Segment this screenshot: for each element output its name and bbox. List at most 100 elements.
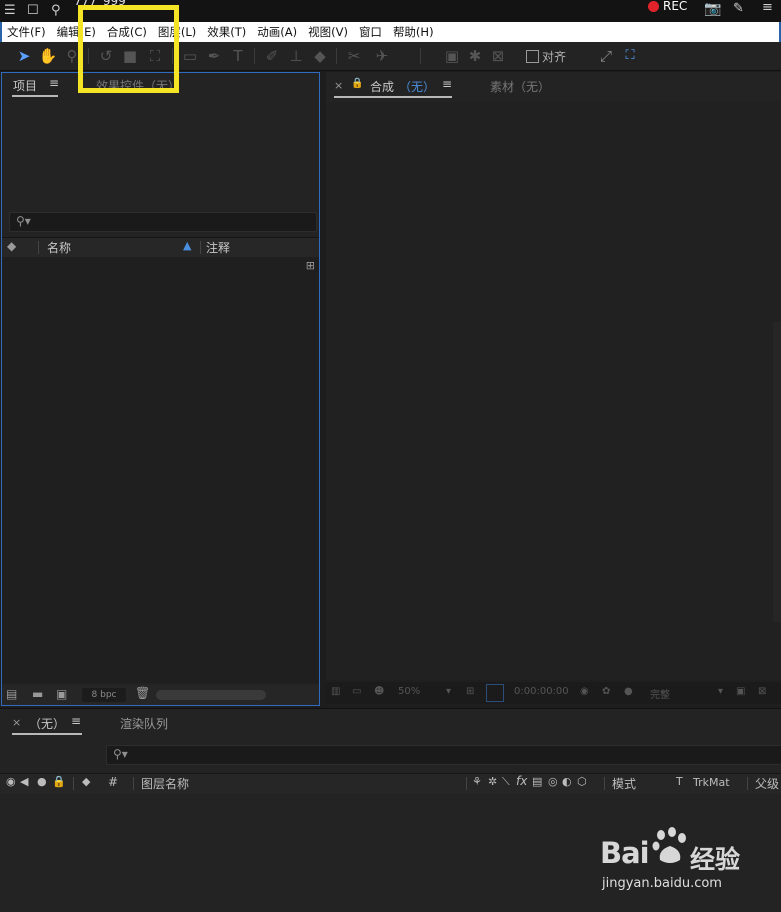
fast-previews-icon[interactable]: ▣: [736, 686, 745, 697]
shy-icon[interactable]: ⚘: [472, 775, 482, 788]
zoom-dropdown[interactable]: 50%: [398, 686, 420, 697]
region-of-interest-icon[interactable]: [486, 684, 504, 702]
viewer-scrollbar[interactable]: [773, 322, 781, 622]
column-trkmat[interactable]: TrkMat: [693, 776, 730, 789]
column-mode[interactable]: 模式: [612, 775, 636, 792]
more-icon[interactable]: ≡: [762, 0, 773, 15]
transparency-grid-icon[interactable]: ⊠: [758, 686, 766, 697]
project-panel: 项目 ≡ 效果控件（无） ⚲▾ ◆ 名称 ▲ 注释 ⊞ ▤ ▬ ▣ 8 bpc …: [1, 72, 320, 706]
hand-tool-icon[interactable]: ✋: [38, 46, 58, 66]
mask-icon[interactable]: ☻: [374, 686, 384, 697]
horizontal-scrollbar[interactable]: [156, 690, 266, 700]
grid-icon[interactable]: ⊞: [466, 686, 474, 697]
trash-icon[interactable]: 🗑: [135, 686, 150, 700]
tab-composition-value[interactable]: （无）: [399, 78, 435, 95]
column-layer-name[interactable]: 图层名称: [141, 775, 189, 792]
column-preserve-transparency[interactable]: T: [676, 775, 683, 788]
selection-tool-icon[interactable]: ➤: [14, 46, 34, 66]
column-divider: [73, 777, 74, 790]
panel-menu-icon[interactable]: ≡: [49, 76, 59, 90]
record-icon: [648, 0, 659, 12]
column-parent[interactable]: 父级: [755, 775, 779, 792]
window-square-icon[interactable]: ☐: [27, 3, 39, 18]
project-list-header: ◆ 名称 ▲ 注释: [2, 237, 319, 258]
pen-icon[interactable]: ✎: [733, 1, 744, 16]
adjustment-layer-icon[interactable]: ◐: [562, 775, 572, 788]
rec-label: REC: [663, 0, 688, 13]
timecode-display[interactable]: 0:00:00:00: [514, 686, 569, 697]
chevron-down-icon: ▾: [446, 686, 452, 697]
label-tag-icon[interactable]: ◆: [82, 775, 90, 788]
resolution-dropdown[interactable]: 完整: [650, 686, 670, 701]
menu-help[interactable]: 帮助(H): [388, 24, 440, 40]
puppet-pin-tool-icon[interactable]: ✈: [372, 46, 392, 66]
always-preview-icon[interactable]: ▥: [331, 686, 340, 697]
watermark-url: jingyan.baidu.com: [602, 876, 722, 891]
tab-footage[interactable]: 素材（无）: [490, 78, 550, 95]
view-axis-icon[interactable]: ⊠: [488, 46, 508, 66]
rec-button[interactable]: REC: [648, 0, 687, 13]
tab-render-queue[interactable]: 渲染队列: [120, 715, 168, 732]
column-name[interactable]: 名称: [47, 239, 71, 256]
motion-blur-icon[interactable]: ◎: [548, 775, 558, 788]
menu-window[interactable]: 窗口: [354, 24, 388, 40]
solo-icon[interactable]: ●: [37, 775, 47, 788]
local-axis-icon[interactable]: ▣: [442, 46, 462, 66]
label-tag-icon[interactable]: ◆: [7, 239, 16, 253]
column-number[interactable]: #: [108, 775, 118, 789]
menu-effect[interactable]: 效果(T): [202, 24, 252, 40]
project-item-list[interactable]: ⊞: [2, 257, 319, 683]
quality-icon[interactable]: ⟍: [502, 775, 510, 789]
tab-project[interactable]: 项目: [13, 77, 37, 94]
video-visibility-icon[interactable]: ◉: [6, 775, 16, 788]
interpret-footage-icon[interactable]: ▤: [6, 687, 17, 701]
world-axis-icon[interactable]: ✱: [465, 46, 485, 66]
panel-menu-icon[interactable]: ≡: [71, 714, 81, 728]
shape-tool-icon[interactable]: ▭: [180, 46, 200, 66]
timeline-search-input[interactable]: ⚲▾: [106, 745, 781, 765]
panel-menu-icon[interactable]: ≡: [442, 77, 452, 91]
type-tool-icon[interactable]: T: [228, 46, 248, 66]
composition-viewer[interactable]: [326, 102, 781, 680]
close-icon[interactable]: ×: [12, 716, 21, 729]
close-icon[interactable]: ×: [334, 79, 343, 92]
tab-timeline-none[interactable]: （无）: [29, 715, 65, 732]
show-snapshot-icon[interactable]: ✿: [602, 686, 610, 697]
expand-icon[interactable]: ⤢: [596, 46, 616, 66]
column-comment[interactable]: 注释: [206, 239, 230, 256]
new-folder-icon[interactable]: ▬: [32, 687, 43, 701]
snap-checkbox[interactable]: [526, 50, 539, 63]
tab-composition-label[interactable]: 合成: [370, 78, 394, 95]
3d-layer-icon[interactable]: ⬡: [577, 775, 587, 788]
menu-file[interactable]: 文件(F): [2, 24, 52, 40]
search-icon[interactable]: ⚲: [51, 3, 61, 18]
brush-tool-icon[interactable]: ✐: [262, 46, 282, 66]
eraser-tool-icon[interactable]: ◆: [310, 46, 330, 66]
tab-underline: [12, 733, 82, 735]
project-search-input[interactable]: ⚲▾: [9, 212, 317, 232]
frame-blend-icon[interactable]: ▤: [532, 775, 542, 788]
menu-view[interactable]: 视图(V): [303, 24, 354, 40]
roto-brush-tool-icon[interactable]: ✂: [344, 46, 364, 66]
snapshot-icon[interactable]: ◉: [580, 686, 589, 697]
clone-stamp-tool-icon[interactable]: ⊥: [286, 46, 306, 66]
camera-icon[interactable]: 📷: [704, 1, 721, 17]
color-channels-icon[interactable]: ●: [624, 686, 633, 697]
monitor-icon[interactable]: ▭: [352, 686, 361, 697]
composition-tab-bar: × 🔒 合成 （无） ≡ 素材（无）: [326, 72, 781, 102]
flowchart-icon[interactable]: ⊞: [306, 259, 315, 272]
collapse-icon[interactable]: ✲: [488, 775, 497, 788]
pen-tool-icon[interactable]: ✒: [204, 46, 224, 66]
snap-target-icon[interactable]: ⛶: [620, 46, 640, 66]
lock-icon[interactable]: 🔒: [52, 775, 66, 788]
sort-ascending-icon[interactable]: ▲: [183, 239, 191, 252]
effects-icon[interactable]: fx: [516, 774, 527, 788]
column-divider: [38, 241, 39, 254]
audio-icon[interactable]: ◀: [20, 775, 28, 788]
bpc-button[interactable]: 8 bpc: [82, 688, 126, 702]
toolbar-divider: [336, 48, 337, 64]
menu-animation[interactable]: 动画(A): [252, 24, 303, 40]
hamburger-icon[interactable]: ☰: [4, 3, 16, 18]
lock-icon[interactable]: 🔒: [351, 78, 363, 89]
new-composition-icon[interactable]: ▣: [56, 687, 67, 701]
